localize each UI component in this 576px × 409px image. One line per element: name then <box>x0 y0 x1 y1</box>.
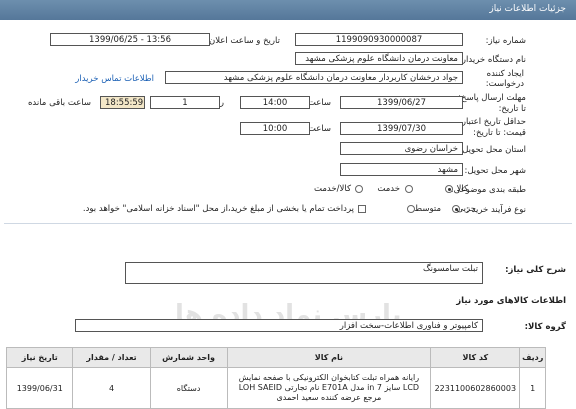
page-header: جزئیات اطلاعات نیاز <box>0 0 576 20</box>
treasury-payment-checkbox[interactable] <box>358 205 366 213</box>
validity-label-2: قیمت: تا تاریخ: <box>473 128 526 138</box>
validity-date-field: 1399/07/30 <box>340 122 463 135</box>
header-row: ردیف <box>519 347 546 368</box>
cell-date: 1399/06/31 <box>5 367 74 409</box>
divider <box>4 223 572 224</box>
contact-info-link[interactable]: اطلاعات تماس خریدار <box>75 74 154 84</box>
category-option-service: خدمت <box>377 184 400 194</box>
cell-qty: 4 <box>72 367 151 409</box>
category-radio-service[interactable] <box>405 185 413 193</box>
process-option-medium: متوسط <box>414 204 441 214</box>
deadline-label-2: تا تاریخ: <box>498 104 526 114</box>
province-label: استان محل تحویل: <box>459 145 526 155</box>
need-number-label: شماره نیاز: <box>485 36 526 46</box>
header-unit: واحد شمارش <box>149 347 228 368</box>
need-number-field: 1199090930000087 <box>295 33 463 46</box>
buyer-label: نام دستگاه خریدار: <box>459 55 526 65</box>
province-field: خراسان رضوی <box>340 142 463 155</box>
deadline-time-field: 14:00 <box>240 96 310 109</box>
creator-label-1: ایجاد کننده <box>486 69 524 79</box>
validity-time-label: ساعت <box>307 124 331 134</box>
category-option-goods: کالا <box>456 184 468 194</box>
treasury-payment-note: پرداخت تمام یا بخشی از مبلغ خرید،از محل … <box>82 204 354 214</box>
category-radio-both[interactable] <box>355 185 363 193</box>
header-date: تاریخ نیاز <box>5 347 74 368</box>
category-option-both: کالا/خدمت <box>314 184 351 194</box>
group-field: کامپیوتر و فناوری اطلاعات-سخت افزار <box>75 319 483 332</box>
category-radio-goods[interactable] <box>445 185 453 193</box>
summary-label: شرح کلی نیاز: <box>505 265 566 275</box>
deadline-time-label: ساعت <box>307 98 331 108</box>
header-code: کد کالا <box>430 347 521 368</box>
remaining-time-field: 18:55:59 <box>100 96 145 109</box>
deadline-date-field: 1399/06/27 <box>340 96 463 109</box>
goods-section-title: اطلاعات کالاهای مورد نیاز <box>456 296 566 306</box>
cell-name: رایانه همراه تبلت کتابخوان الکترونیکی با… <box>226 367 432 409</box>
summary-field: تبلت سامسونگ <box>125 262 483 284</box>
city-field: مشهد <box>340 163 463 176</box>
page-title: جزئیات اطلاعات نیاز <box>489 4 566 14</box>
table-row[interactable]: 1399/06/31 4 دستگاه رایانه همراه تبلت کت… <box>5 367 546 409</box>
cell-unit: دستگاه <box>149 367 228 409</box>
creator-label-2: درخواست: <box>485 79 524 89</box>
announce-field: 1399/06/25 - 13:56 <box>50 33 210 46</box>
group-label: گروه کالا: <box>524 322 566 332</box>
header-name: نام کالا <box>226 347 432 368</box>
table-header-row: تاریخ نیاز تعداد / مقدار واحد شمارش نام … <box>5 347 546 368</box>
validity-time-field: 10:00 <box>240 122 310 135</box>
deadline-label-1: مهلت ارسال پاسخ: <box>458 93 526 103</box>
remaining-time-label: ساعت باقی مانده <box>27 98 91 108</box>
days-field: 1 <box>150 96 220 109</box>
city-label: شهر محل تحویل: <box>464 166 526 176</box>
validity-label-1: حداقل تاریخ اعتبار <box>461 117 526 127</box>
creator-field: جواد درخشان کاربردار معاونت درمان دانشگا… <box>165 71 463 84</box>
process-option-minor: جزیی <box>456 204 476 214</box>
header-qty: تعداد / مقدار <box>72 347 151 368</box>
buyer-field: معاونت درمان دانشگاه علوم پزشکی مشهد <box>295 52 463 65</box>
items-table: تاریخ نیاز تعداد / مقدار واحد شمارش نام … <box>5 347 546 409</box>
cell-row: 1 <box>519 367 546 409</box>
cell-code: 2231100602860003 <box>430 367 521 409</box>
